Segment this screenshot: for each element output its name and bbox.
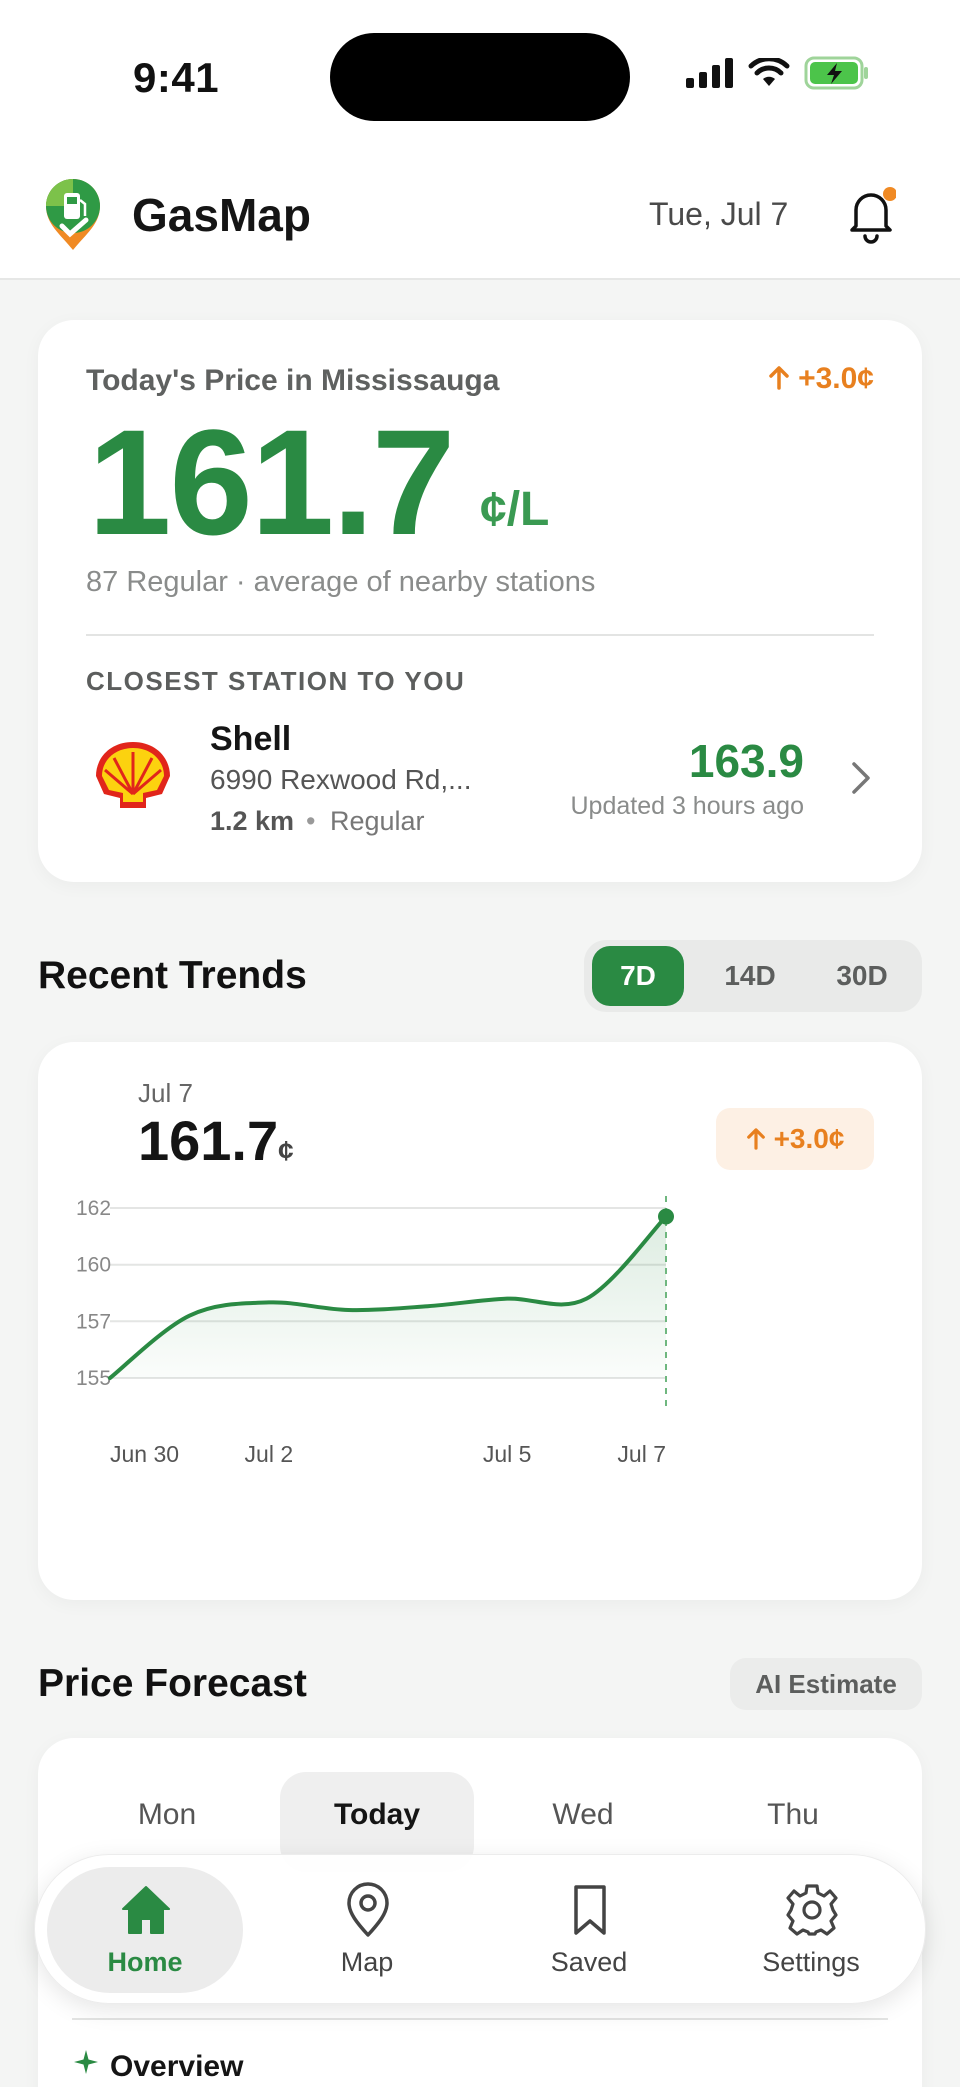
status-bar: 9:41 [0,0,960,150]
tab-home[interactable]: Home [47,1867,243,1993]
arrow-up-icon [746,1128,765,1150]
tab-label: Home [107,1947,183,1977]
price-change: +3.0¢ [768,362,874,396]
wifi-icon [748,58,790,86]
forecast-day-mon[interactable]: Mon [72,1798,262,1832]
header-date: Tue, Jul 7 [649,196,789,232]
tab-label: Map [340,1947,394,1977]
trend-change-badge: +3.0¢ [716,1108,874,1170]
station-grade: Regular [330,806,425,836]
signal-icon [686,58,733,88]
selected-date: Jul 7 [138,1078,193,1108]
dynamic-island [330,33,630,121]
x-tick-label: Jul 7 [617,1441,666,1467]
price-subtitle: 87 Regular · average of nearby stations [86,566,596,598]
y-tick-label: 162 [76,1197,111,1220]
map-pin-icon [347,1882,389,1937]
forecast-day-today[interactable]: Today [282,1798,472,1832]
range-segmented-control: 7D 14D 30D [584,940,922,1012]
divider [72,2018,888,2020]
tab-label: Settings [762,1947,860,1977]
price-unit: ¢/L [480,483,550,536]
notification-dot [883,187,896,201]
bookmark-icon [574,1885,606,1935]
app-header: GasMap Tue, Jul 7 [0,150,960,280]
selected-point [658,1208,674,1225]
forecast-day-wed[interactable]: Wed [488,1798,678,1832]
range-7d[interactable]: 7D [592,946,684,1006]
chevron-right-icon[interactable] [850,760,872,796]
selected-value: 161.7¢ [138,1109,294,1172]
battery-charging-icon [804,56,868,90]
arrow-up-icon [769,366,789,390]
average-price: 161.7 [88,398,455,566]
station-updated: Updated 3 hours ago [570,792,804,820]
todays-price-card: Today's Price in Mississauga +3.0¢ 161.7… [38,320,922,882]
app-title: GasMap [132,189,311,241]
trend-chart-card: Jul 7 161.7¢ +3.0¢ 162 160 157 155 Jun 30 Jul… [38,1042,922,1600]
forecast-day-thu[interactable]: Thu [698,1798,888,1832]
divider [86,634,874,636]
home-icon [122,1886,170,1934]
notification-bell-icon[interactable] [846,184,896,244]
ai-estimate-chip: AI Estimate [730,1658,922,1710]
closest-station-label: CLOSEST STATION TO YOU [86,666,466,696]
bottom-tab-bar: Home Map Saved Settings [34,1854,926,2004]
status-icons [686,56,870,90]
x-tick-label: Jul 2 [245,1441,294,1467]
y-tick-label: 157 [76,1310,111,1333]
x-tick-label: Jul 5 [483,1441,532,1467]
y-tick-label: 160 [76,1254,111,1277]
tab-saved[interactable]: Saved [491,1867,687,1993]
station-name[interactable]: Shell [210,720,291,759]
station-address: 6990 Rexwood Rd,... [210,764,472,795]
price-forecast-title: Price Forecast [38,1662,307,1705]
trend-area [110,1216,666,1378]
shell-logo-icon [96,742,170,808]
y-tick-label: 155 [76,1367,111,1390]
station-price: 163.9 [688,735,804,787]
tab-settings[interactable]: Settings [713,1867,909,1993]
tab-label: Saved [550,1947,628,1977]
range-14d[interactable]: 14D [704,946,796,1006]
range-30d[interactable]: 30D [810,946,914,1006]
separator-dot: • [306,806,316,836]
gear-icon [786,1884,838,1936]
sparkle-icon [74,2050,98,2074]
recent-trends-title: Recent Trends [38,954,307,997]
station-distance: 1.2 km [210,806,295,836]
gasmap-logo-icon [46,179,100,250]
tab-map[interactable]: Map [269,1867,465,1993]
price-location-label: Today's Price in Mississauga [86,364,500,397]
x-tick-label: Jun 30 [110,1441,179,1467]
overview-label: Overview [110,2050,244,2083]
trend-chart[interactable]: 162 160 157 155 Jun 30 Jul 2 Jul 5 Jul 7 [38,1192,922,1572]
status-time: 9:41 [133,54,220,101]
